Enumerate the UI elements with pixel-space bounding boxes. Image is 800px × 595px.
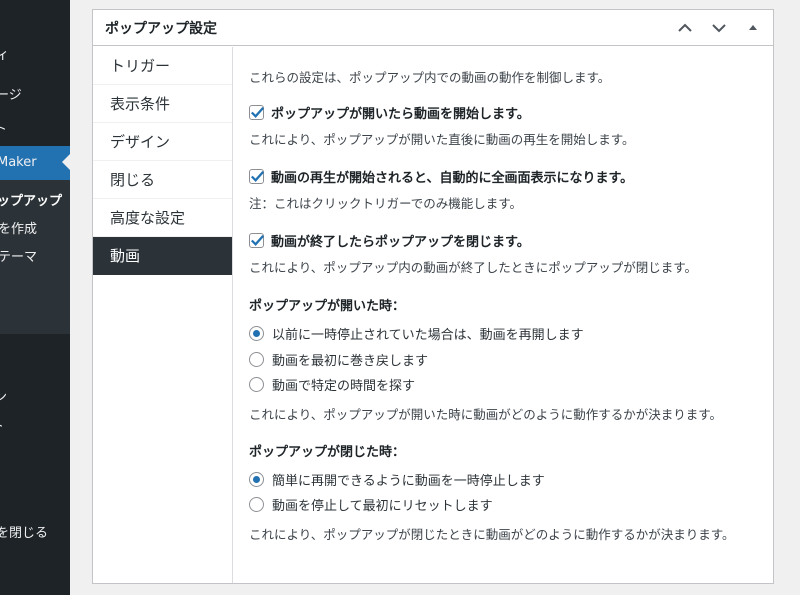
close-on-end-checkbox[interactable] bbox=[249, 233, 265, 248]
option-fullscreen: 動画の再生が開始されると、自動的に全画面表示になります。 注：これはクリックトリ… bbox=[249, 167, 763, 212]
tab-video[interactable]: 動画 bbox=[93, 237, 232, 275]
current-indicator-arrow bbox=[62, 154, 70, 170]
autoplay-label: ポップアップが開いたら動画を開始します。 bbox=[271, 107, 530, 122]
on-close-choice-reset[interactable]: 動画を停止して最初にリセットします bbox=[249, 492, 763, 518]
radio-label: 簡単に再開できるように動画を一時停止します bbox=[272, 473, 545, 489]
radio-button[interactable] bbox=[249, 326, 264, 342]
radio-label: 以前に一時停止されていた場合は、動画を再開します bbox=[272, 328, 584, 344]
postbox-title: ポップアップ設定 bbox=[105, 20, 217, 37]
on-open-choice-resume[interactable]: 以前に一時停止されていた場合は、動画を再開します bbox=[249, 321, 763, 347]
tab-close[interactable]: 閉じる bbox=[93, 161, 232, 199]
radio-label: 動画を最初に巻き戻します bbox=[272, 353, 429, 369]
settings-tabs: トリガー 表示条件 デザイン 閉じる 高度な設定 動画 bbox=[93, 47, 233, 583]
admin-menu-item[interactable]: ージ bbox=[0, 87, 22, 105]
radio-button[interactable] bbox=[249, 471, 264, 487]
admin-menu-item[interactable]: ト bbox=[0, 121, 7, 139]
admin-submenu: ップアップ を作成 テーマ bbox=[0, 180, 70, 334]
collapse-menu-link[interactable]: を閉じる bbox=[0, 525, 48, 543]
video-settings-panel: これらの設定は、ポップアップ内での動画の動作を制御します。 ポップアップが開いた… bbox=[249, 47, 763, 561]
submenu-item[interactable]: テーマ bbox=[0, 249, 37, 267]
autoplay-description: これにより、ポップアップが開いた直後に動画の再生を開始します。 bbox=[249, 132, 635, 147]
handle-actions bbox=[673, 16, 765, 40]
autoplay-checkbox[interactable] bbox=[249, 105, 265, 120]
close-on-end-label: 動画が終了したらポップアップを閉じます。 bbox=[271, 235, 530, 250]
fullscreen-description: 注：これはクリックトリガーでのみ機能します。 bbox=[249, 196, 523, 211]
fullscreen-checkbox[interactable] bbox=[249, 169, 265, 184]
admin-menu-item-current[interactable]: Maker bbox=[0, 146, 70, 180]
popup-settings-postbox: ポップアップ設定 トリガー 表示条件 デザイン 閉じる 高度な設定 動画 これら… bbox=[92, 9, 774, 584]
on-close-description: これにより、ポップアップが閉じたときに動画がどのように動作するかが決まります。 bbox=[249, 526, 735, 542]
tab-design[interactable]: デザイン bbox=[93, 123, 232, 161]
fullscreen-label: 動画の再生が開始されると、自動的に全画面表示になります。 bbox=[271, 171, 634, 186]
postbox-inside: トリガー 表示条件 デザイン 閉じる 高度な設定 動画 これらの設定は、ポップア… bbox=[93, 47, 773, 583]
on-open-choice-seek[interactable]: 動画で特定の時間を探す bbox=[249, 372, 763, 398]
submenu-item-current[interactable]: ップアップ bbox=[0, 193, 62, 211]
autoplay-checkbox-row[interactable]: ポップアップが開いたら動画を開始します。 bbox=[249, 103, 763, 122]
on-close-choice-pause[interactable]: 簡単に再開できるように動画を一時停止します bbox=[249, 467, 763, 493]
admin-menu-item[interactable]: ィ bbox=[0, 47, 9, 65]
on-open-group: ポップアップが開いた時： 以前に一時停止されていた場合は、動画を再開します 動画… bbox=[249, 295, 763, 423]
tab-triggers[interactable]: トリガー bbox=[93, 47, 232, 85]
option-autoplay: ポップアップが開いたら動画を開始します。 これにより、ポップアップが開いた直後に… bbox=[249, 103, 763, 148]
tab-advanced[interactable]: 高度な設定 bbox=[93, 199, 232, 237]
checkmark-icon bbox=[250, 234, 265, 246]
close-on-end-description: これにより、ポップアップ内の動画が終了したときにポップアップが閉じます。 bbox=[249, 260, 698, 275]
chevron-down-icon[interactable] bbox=[707, 16, 731, 40]
postbox-header: ポップアップ設定 bbox=[93, 10, 773, 46]
admin-sidebar: ィ ージ ト Maker ップアップ を作成 テーマ ン ト を閉じる bbox=[0, 0, 70, 595]
fullscreen-checkbox-row[interactable]: 動画の再生が開始されると、自動的に全画面表示になります。 bbox=[249, 167, 763, 186]
radio-label: 動画を停止して最初にリセットします bbox=[272, 499, 493, 515]
tab-display-conditions[interactable]: 表示条件 bbox=[93, 85, 232, 123]
close-on-end-checkbox-row[interactable]: 動画が終了したらポップアップを閉じます。 bbox=[249, 231, 763, 250]
admin-menu-item[interactable]: ン bbox=[0, 389, 7, 407]
on-close-title: ポップアップが閉じた時： bbox=[249, 444, 406, 460]
on-close-group: ポップアップが閉じた時： 簡単に再開できるように動画を一時停止します 動画を停止… bbox=[249, 441, 763, 543]
panel-intro: これらの設定は、ポップアップ内での動画の動作を制御します。 bbox=[249, 70, 611, 85]
option-close-on-end: 動画が終了したらポップアップを閉じます。 これにより、ポップアップ内の動画が終了… bbox=[249, 231, 763, 276]
radio-button[interactable] bbox=[249, 351, 264, 367]
on-open-description: これにより、ポップアップが開いた時に動画がどのように動作するかが決まります。 bbox=[249, 406, 723, 422]
triangle-up-icon[interactable] bbox=[741, 16, 765, 40]
radio-button[interactable] bbox=[249, 497, 264, 513]
radio-label: 動画で特定の時間を探す bbox=[272, 379, 416, 395]
on-open-choice-rewind[interactable]: 動画を最初に巻き戻します bbox=[249, 347, 763, 373]
checkmark-icon bbox=[250, 106, 265, 118]
on-open-title: ポップアップが開いた時： bbox=[249, 299, 406, 314]
chevron-up-icon[interactable] bbox=[673, 16, 697, 40]
checkmark-icon bbox=[250, 170, 265, 182]
submenu-item[interactable]: を作成 bbox=[0, 221, 37, 239]
admin-menu-item-label: Maker bbox=[0, 155, 37, 170]
admin-menu-item[interactable]: ト bbox=[0, 418, 4, 436]
radio-button[interactable] bbox=[249, 377, 264, 393]
